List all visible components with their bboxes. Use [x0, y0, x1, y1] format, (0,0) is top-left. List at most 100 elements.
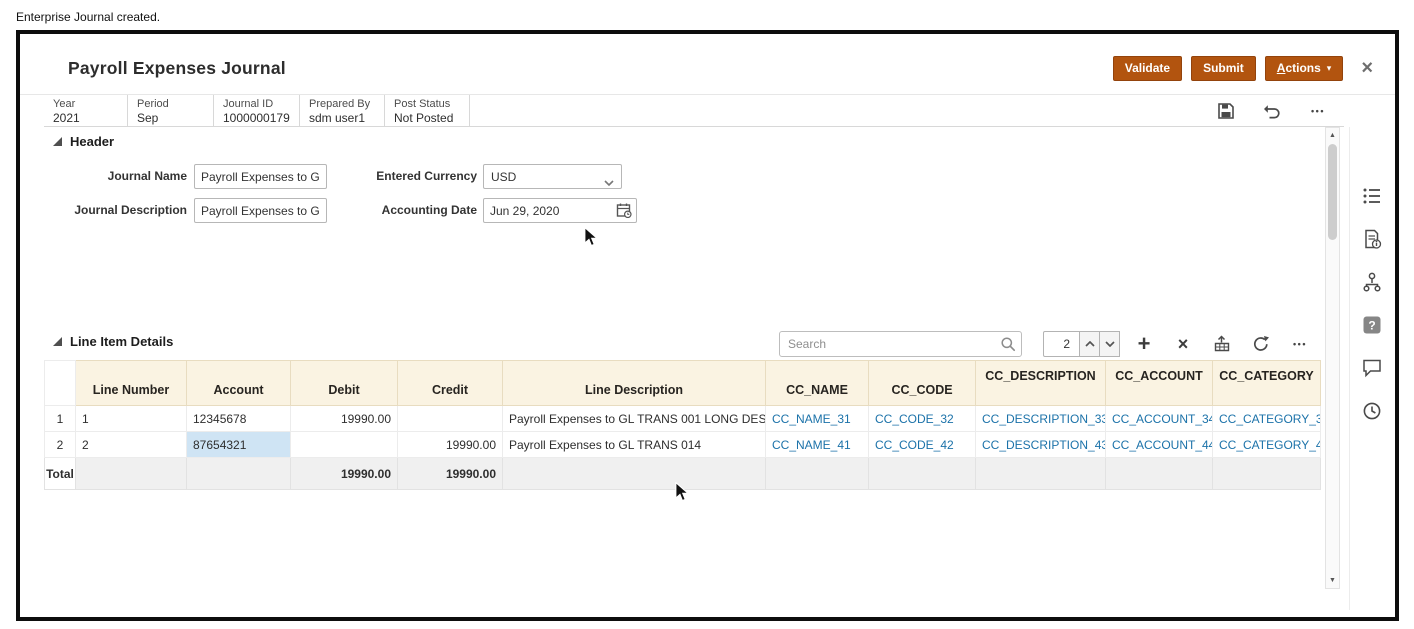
- info-value: 2021: [53, 111, 118, 125]
- debit-cell[interactable]: 19990.00: [291, 406, 398, 432]
- refresh-icon[interactable]: [1250, 333, 1272, 355]
- actions-button[interactable]: Actions ▾: [1265, 56, 1344, 81]
- title-actions: Validate Submit Actions ▾ ×: [1113, 56, 1373, 81]
- info-value: sdm user1: [309, 111, 375, 125]
- row-count-spinner: [1043, 331, 1120, 357]
- column-header-line-description[interactable]: Line Description: [503, 361, 766, 406]
- header-section-toggle[interactable]: Header: [53, 134, 114, 149]
- line-items-section-title: Line Item Details: [70, 334, 173, 349]
- history-clock-icon[interactable]: [1360, 399, 1384, 423]
- entered-currency-select[interactable]: USD: [483, 164, 622, 189]
- cc-name-link[interactable]: CC_NAME_31: [766, 406, 869, 432]
- column-header-cc-code[interactable]: CC_CODE: [869, 361, 976, 406]
- column-header-cc-account[interactable]: CC_ACCOUNT: [1106, 361, 1213, 406]
- column-header-line-number[interactable]: Line Number: [76, 361, 187, 406]
- cc-code-link[interactable]: CC_CODE_32: [869, 406, 976, 432]
- cc-name-link[interactable]: CC_NAME_41: [766, 432, 869, 458]
- line-description-cell[interactable]: Payroll Expenses to GL TRANS 014: [503, 432, 766, 458]
- collapse-triangle-icon: [53, 137, 62, 146]
- column-header-debit[interactable]: Debit: [291, 361, 398, 406]
- calendar-icon[interactable]: [616, 202, 632, 223]
- account-cell[interactable]: 12345678: [187, 406, 291, 432]
- overflow-menu-icon[interactable]: •••: [1308, 101, 1328, 121]
- title-bar: Payroll Expenses Journal Validate Submit…: [68, 52, 1373, 84]
- hierarchy-icon[interactable]: [1360, 270, 1384, 294]
- export-icon[interactable]: [1211, 333, 1233, 355]
- total-empty-cell: [1106, 458, 1213, 490]
- column-header-cc-name[interactable]: CC_NAME: [766, 361, 869, 406]
- column-header-credit[interactable]: Credit: [398, 361, 503, 406]
- info-cell-year: Year 2021: [44, 95, 128, 126]
- row-count-input[interactable]: [1043, 331, 1080, 357]
- cc-account-link[interactable]: CC_ACCOUNT_44: [1106, 432, 1213, 458]
- info-cell-period: Period Sep: [128, 95, 214, 126]
- total-debit-cell: 19990.00: [291, 458, 398, 490]
- info-cell-post-status: Post Status Not Posted: [385, 95, 470, 126]
- info-label: Journal ID: [223, 97, 290, 111]
- strip-icons: •••: [1216, 95, 1344, 126]
- line-description-cell[interactable]: Payroll Expenses to GL TRANS 001 LONG DE…: [503, 406, 766, 432]
- close-icon[interactable]: ×: [1361, 58, 1373, 78]
- total-empty-cell: [187, 458, 291, 490]
- journal-window: Payroll Expenses Journal Validate Submit…: [16, 30, 1399, 621]
- entered-currency-label: Entered Currency: [327, 164, 477, 189]
- scrollbar-thumb[interactable]: [1328, 144, 1337, 240]
- list-icon[interactable]: [1360, 184, 1384, 208]
- undo-icon[interactable]: [1262, 101, 1282, 121]
- scroll-down-icon[interactable]: ▼: [1326, 574, 1339, 587]
- save-icon[interactable]: [1216, 101, 1236, 121]
- entered-currency-value: USD: [491, 170, 516, 184]
- spinner-down-button[interactable]: [1100, 331, 1120, 357]
- cc-category-link[interactable]: CC_CATEGORY_45: [1213, 432, 1321, 458]
- submit-button[interactable]: Submit: [1191, 56, 1256, 81]
- total-empty-cell: [503, 458, 766, 490]
- line-items-section-toggle[interactable]: Line Item Details: [53, 334, 173, 349]
- info-label: Year: [53, 97, 118, 111]
- delete-row-icon[interactable]: ×: [1172, 333, 1194, 355]
- line-number-cell[interactable]: 2: [76, 432, 187, 458]
- info-label: Post Status: [394, 97, 460, 111]
- accounting-date-input[interactable]: [483, 198, 637, 223]
- account-cell-selected[interactable]: 87654321: [187, 432, 291, 458]
- search-box: [779, 331, 1022, 357]
- line-number-cell[interactable]: 1: [76, 406, 187, 432]
- chevron-down-icon: ▾: [1327, 64, 1332, 73]
- chevron-down-icon: [604, 175, 614, 189]
- search-input[interactable]: [779, 331, 1022, 357]
- journal-description-label: Journal Description: [37, 198, 187, 223]
- credit-cell[interactable]: [398, 406, 503, 432]
- column-header-cc-description[interactable]: CC_DESCRIPTION: [976, 361, 1106, 406]
- cc-description-link[interactable]: CC_DESCRIPTION_43: [976, 432, 1106, 458]
- validate-button[interactable]: Validate: [1113, 56, 1182, 81]
- journal-description-input[interactable]: [194, 198, 327, 223]
- add-row-icon[interactable]: +: [1133, 333, 1155, 355]
- accounting-date-field: [483, 198, 637, 223]
- spinner-up-button[interactable]: [1080, 331, 1100, 357]
- scroll-up-icon[interactable]: ▲: [1326, 129, 1339, 142]
- total-credit-cell: 19990.00: [398, 458, 503, 490]
- row-number-cell: 1: [45, 406, 76, 432]
- cc-description-link[interactable]: CC_DESCRIPTION_33: [976, 406, 1106, 432]
- credit-cell[interactable]: 19990.00: [398, 432, 503, 458]
- cc-code-link[interactable]: CC_CODE_42: [869, 432, 976, 458]
- info-value: Sep: [137, 111, 204, 125]
- total-label-cell: Total: [45, 458, 76, 490]
- search-icon[interactable]: [1000, 336, 1016, 357]
- comment-icon[interactable]: [1360, 356, 1384, 380]
- cc-account-link[interactable]: CC_ACCOUNT_34: [1106, 406, 1213, 432]
- help-icon[interactable]: ?: [1360, 313, 1384, 337]
- info-cell-prepared-by: Prepared By sdm user1: [300, 95, 385, 126]
- table-toolbar: + × •••: [1133, 331, 1311, 357]
- vertical-scrollbar[interactable]: ▲ ▼: [1325, 127, 1340, 589]
- column-header-cc-category[interactable]: CC_CATEGORY: [1213, 361, 1321, 406]
- journal-info-icon[interactable]: [1360, 227, 1384, 251]
- page-title: Payroll Expenses Journal: [68, 58, 286, 79]
- total-empty-cell: [976, 458, 1106, 490]
- debit-cell[interactable]: [291, 432, 398, 458]
- cc-category-link[interactable]: CC_CATEGORY_35: [1213, 406, 1321, 432]
- info-value: Not Posted: [394, 111, 460, 125]
- actions-button-label: Actions: [1277, 61, 1321, 75]
- column-header-account[interactable]: Account: [187, 361, 291, 406]
- journal-name-input[interactable]: [194, 164, 327, 189]
- overflow-menu-icon[interactable]: •••: [1289, 333, 1311, 355]
